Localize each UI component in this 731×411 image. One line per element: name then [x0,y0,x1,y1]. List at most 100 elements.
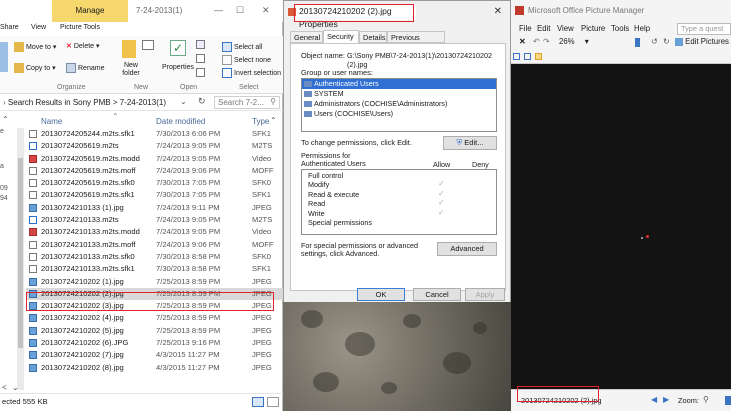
advanced-button[interactable]: Advanced [437,242,497,256]
large-icons-view-icon[interactable] [267,397,279,407]
group-list-item[interactable]: SYSTEM [302,89,496,99]
nav-item-a[interactable]: a [0,163,4,170]
menu-view[interactable]: View [557,24,574,33]
file-row[interactable]: 20130724205619.m2ts.sfk0 7/30/2013 7:05 P… [26,177,283,189]
pin-icon[interactable] [0,42,8,72]
file-row[interactable]: 20130724210133 (1).jpg 7/24/2013 9:11 PM J… [26,202,283,214]
file-row[interactable]: 20130724205619.m2ts.moff 7/24/2013 9:06 P… [26,165,283,177]
rename-button[interactable]: Rename [66,63,104,73]
zoom-select[interactable]: 26% ▾ [559,37,603,49]
invert-selection-button[interactable]: Invert selection [222,68,281,78]
tab-picture-tools[interactable]: Picture Tools [60,24,100,31]
file-row[interactable]: 20130724205619.m2ts 7/24/2013 9:05 PM M2TS [26,140,283,152]
file-row[interactable]: 20130724210133.m2ts.modd 7/24/2013 9:05 P… [26,226,283,238]
collapse-icon[interactable]: ⌄ [12,383,19,392]
file-row[interactable]: 20130724210133.m2ts.sfk1 7/30/2013 8:58 P… [26,263,283,275]
menu-file[interactable]: File [519,24,532,33]
tab-general[interactable]: General [290,31,323,43]
zoom-slider[interactable] [725,396,731,405]
copy-to-button[interactable]: Copy to ▾ [14,63,56,73]
minimize-icon[interactable]: — [214,5,223,15]
group-list-item[interactable]: Users (COCHISE\Users) [302,109,496,119]
file-row[interactable]: 20130724210202 (1).jpg 7/25/2013 8:59 PM J… [26,276,283,288]
ok-button[interactable]: OK [357,288,405,301]
new-item-icon[interactable] [142,40,154,50]
file-row[interactable]: 20130724210202 (8).jpg 4/3/2015 11:27 PM J… [26,362,283,374]
nav-scrollbar[interactable] [17,128,24,390]
undo-icon[interactable]: ↶ [533,37,540,46]
properties-button[interactable]: Properties [162,64,194,71]
select-all-button[interactable]: Select all [222,42,262,52]
column-type[interactable]: Type [252,117,269,126]
file-row[interactable]: 20130724205619.m2ts.modd 7/24/2013 9:05 P… [26,153,283,165]
nav-item-94[interactable]: 94 [0,195,8,202]
ask-question-input[interactable]: Type a quest [677,23,731,35]
zoom-out-icon[interactable]: ⚲ [703,395,709,404]
group-list-item[interactable]: Authenticated Users [302,79,496,89]
file-row[interactable]: 20130724210202 (7).jpg 4/3/2015 11:27 PM J… [26,349,283,361]
folder-icon [14,42,24,52]
rotate-left-icon[interactable]: ↺ [651,37,658,46]
next-icon[interactable]: ▶ [663,395,669,404]
edit-icon[interactable] [196,54,205,63]
apply-button[interactable]: Apply [465,288,505,301]
menu-picture[interactable]: Picture [581,24,605,33]
group-list[interactable]: Authenticated Users SYSTEM Administrators … [301,78,497,132]
tab-view[interactable]: View [31,24,46,31]
select-none-button[interactable]: Select none [222,55,271,65]
address-bar[interactable]: › Search Results in Sony PMB > 7-24-2013… [0,95,283,111]
file-row[interactable]: 20130724205244.m2ts.sfk1 7/30/2013 6:06 P… [26,128,283,140]
file-row[interactable]: 20130724210202 (5).jpg 7/25/2013 8:59 PM J… [26,325,283,337]
single-picture-view-icon[interactable] [535,53,542,60]
menu-edit[interactable]: Edit [537,24,550,33]
nav-scrollbar-thumb[interactable] [18,158,23,348]
tab-share[interactable]: Share [0,24,19,31]
edit-pictures-button[interactable]: Edit Pictures [675,37,729,46]
delete-button[interactable]: ✕ Delete ▾ [66,42,100,50]
nav-item-e[interactable]: e [0,128,4,135]
file-row[interactable]: 20130724210133.m2ts 7/24/2013 9:05 PM M2TS [26,214,283,226]
file-row[interactable]: 20130724210133.m2ts.moff 7/24/2013 9:06 P… [26,239,283,251]
zoom-slider-icon[interactable] [635,38,640,47]
permissions-for-label: Permissions for Authenticated Users [301,151,366,168]
new-folder-button[interactable]: New folder [118,62,144,78]
breadcrumb[interactable]: › Search Results in Sony PMB > 7-24-2013… [3,98,166,107]
file-row[interactable]: 20130724210202 (4).jpg 7/25/2013 8:59 PM J… [26,312,283,324]
refresh-icon[interactable]: ↻ [198,96,206,107]
cancel-button[interactable]: Cancel [413,288,461,301]
column-name[interactable]: Name [41,117,62,126]
scroll-left-icon[interactable]: < [2,383,7,392]
thumbnail-view-icon[interactable] [513,53,520,60]
column-date-modified[interactable]: Date modified [156,117,205,126]
maximize-icon[interactable]: ☐ [236,5,244,16]
file-row[interactable]: 20130724205619.m2ts.sfk1 7/30/2013 7:05 P… [26,189,283,201]
rotate-right-icon[interactable]: ↻ [663,37,670,46]
menu-tools[interactable]: Tools [611,24,629,33]
close-icon[interactable]: ✕ [262,5,270,16]
edit-button[interactable]: ⛨ Edit... [443,136,497,150]
search-input[interactable]: Search 7-2... ⚲ [214,96,280,109]
group-list-item[interactable]: Administrators (COCHISE\Administrators) [302,99,496,109]
filmstrip-view-icon[interactable] [524,53,531,60]
delete-icon[interactable]: ✕ [519,37,526,46]
star-dot [641,237,643,239]
history-icon[interactable] [196,68,205,77]
nav-item-09[interactable]: 09 [0,185,8,192]
breadcrumb-path: Search Results in Sony PMB > 7-24-2013(1… [7,98,166,107]
tab-security[interactable]: Security [323,30,359,44]
scroll-up-icon[interactable]: ⌃ [2,115,9,124]
dropdown-chevron-icon[interactable]: ⌄ [180,97,187,106]
tab-previous-versions[interactable]: Previous Versions [387,31,445,51]
details-view-icon[interactable] [252,397,264,407]
manage-tab[interactable]: Manage [52,0,128,22]
column-scroll-up-icon[interactable]: ⌃ [270,116,277,125]
open-icon[interactable] [196,40,205,49]
file-row[interactable]: 20130724210202 (6).JPG 7/25/2013 9:16 PM J… [26,337,283,349]
file-row[interactable]: 20130724210133.m2ts.sfk0 7/30/2013 8:58 P… [26,251,283,263]
move-to-button[interactable]: Move to ▾ [14,42,56,52]
close-icon[interactable]: ✕ [494,6,502,17]
previous-icon[interactable]: ◀ [651,395,657,404]
redo-icon[interactable]: ↷ [543,37,550,46]
tab-details[interactable]: Details [359,31,387,43]
menu-help[interactable]: Help [634,24,650,33]
